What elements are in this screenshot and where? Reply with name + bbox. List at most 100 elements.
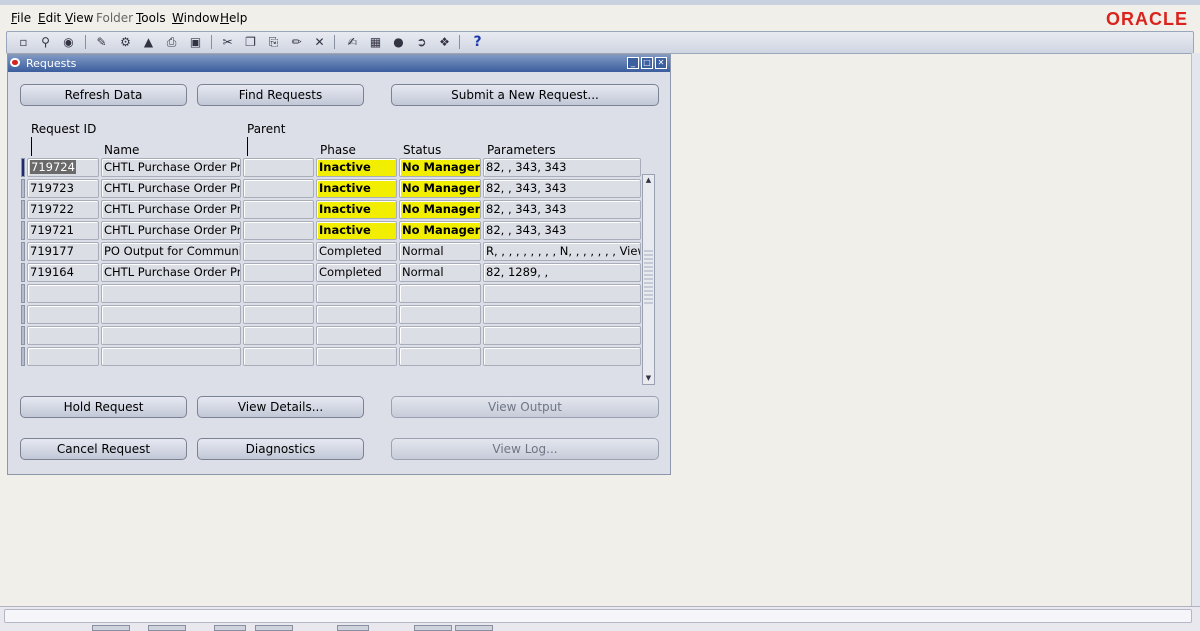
row-indicator[interactable] (21, 200, 25, 219)
new-icon[interactable]: ▫ (15, 34, 32, 50)
edit-field-icon[interactable]: ✍ (344, 34, 361, 50)
refresh-data-button[interactable]: Refresh Data (20, 84, 187, 106)
parameters-cell[interactable]: 82, , 343, 343 (483, 221, 641, 240)
save-icon[interactable]: ✎ (93, 34, 110, 50)
row-indicator[interactable] (21, 242, 25, 261)
parent-cell[interactable] (243, 347, 314, 366)
status-cell[interactable]: No Manager (399, 158, 481, 177)
window-titlebar[interactable]: Requests _ □ ✕ (8, 55, 670, 72)
phase-cell[interactable] (316, 326, 397, 345)
parent-cell[interactable] (243, 263, 314, 282)
parameters-cell[interactable]: 82, 1289, , (483, 263, 641, 282)
request-id-cell[interactable] (27, 326, 99, 345)
delete-record-icon[interactable]: ✕ (311, 34, 328, 50)
phase-cell[interactable]: Inactive (316, 200, 397, 219)
scroll-thumb[interactable] (644, 250, 653, 304)
row-indicator[interactable] (21, 347, 25, 366)
parent-cell[interactable] (243, 284, 314, 303)
parent-cell[interactable] (243, 305, 314, 324)
status-cell[interactable] (399, 305, 481, 324)
parent-cell[interactable] (243, 242, 314, 261)
status-cell[interactable]: No Manager (399, 179, 481, 198)
status-cell[interactable] (399, 326, 481, 345)
parameters-cell[interactable]: 82, , 343, 343 (483, 158, 641, 177)
paste-icon[interactable]: ⎘ (265, 34, 282, 50)
parameters-cell[interactable] (483, 326, 641, 345)
status-cell[interactable]: No Manager (399, 221, 481, 240)
hold-request-button[interactable]: Hold Request (20, 396, 187, 418)
next-step-icon[interactable]: ⚙ (117, 34, 134, 50)
request-id-cell[interactable]: 719177 (27, 242, 99, 261)
cancel-request-button[interactable]: Cancel Request (20, 438, 187, 460)
close-icon[interactable]: ✕ (655, 57, 667, 69)
taskbar-item[interactable] (148, 625, 186, 631)
status-cell[interactable]: Normal (399, 263, 481, 282)
request-name-cell[interactable]: PO Output for Communication (101, 242, 241, 261)
menu-view[interactable]: View (65, 11, 93, 25)
request-id-cell[interactable] (27, 284, 99, 303)
find-icon[interactable]: ⚲ (37, 34, 54, 50)
parent-cell[interactable] (243, 179, 314, 198)
request-name-cell[interactable] (101, 347, 241, 366)
maximize-icon[interactable]: □ (641, 57, 653, 69)
row-indicator[interactable] (21, 284, 25, 303)
request-id-cell[interactable] (27, 305, 99, 324)
switch-responsibility-icon[interactable]: ▲ (140, 34, 157, 50)
minimize-icon[interactable]: _ (627, 57, 639, 69)
request-name-cell[interactable]: CHTL Purchase Order Print (101, 179, 241, 198)
phase-cell[interactable]: Inactive (316, 158, 397, 177)
clear-record-icon[interactable]: ✏ (288, 34, 305, 50)
request-name-cell[interactable] (101, 326, 241, 345)
request-id-cell[interactable]: 719721 (27, 221, 99, 240)
folder-tools-icon[interactable]: ❖ (436, 34, 453, 50)
zoom-icon[interactable]: ▦ (367, 34, 384, 50)
diagnostics-button[interactable]: Diagnostics (197, 438, 364, 460)
taskbar-item[interactable] (414, 625, 452, 631)
request-name-cell[interactable]: CHTL Purchase Order Print (101, 200, 241, 219)
print-icon[interactable]: ⎙ (163, 34, 180, 50)
request-id-cell[interactable]: 719722 (27, 200, 99, 219)
taskbar-item[interactable] (455, 625, 493, 631)
phase-cell[interactable]: Inactive (316, 179, 397, 198)
phase-cell[interactable] (316, 347, 397, 366)
submit-new-request-button[interactable]: Submit a New Request... (391, 84, 659, 106)
menu-file[interactable]: File (11, 11, 31, 25)
request-name-cell[interactable] (101, 305, 241, 324)
request-id-cell[interactable]: 719164 (27, 263, 99, 282)
request-name-cell[interactable]: CHTL Purchase Order Print (101, 158, 241, 177)
parameters-cell[interactable] (483, 284, 641, 303)
status-cell[interactable] (399, 284, 481, 303)
parameters-cell[interactable]: 82, , 343, 343 (483, 200, 641, 219)
phase-cell[interactable]: Completed (316, 263, 397, 282)
status-cell[interactable]: Normal (399, 242, 481, 261)
table-scrollbar[interactable]: ▲ ▼ (642, 174, 655, 385)
parent-cell[interactable] (243, 158, 314, 177)
row-indicator[interactable] (21, 305, 25, 324)
scroll-down-icon[interactable]: ▼ (644, 374, 653, 383)
phase-cell[interactable]: Inactive (316, 221, 397, 240)
parameters-cell[interactable] (483, 347, 641, 366)
menu-window[interactable]: Window (172, 11, 219, 25)
status-cell[interactable]: No Manager (399, 200, 481, 219)
attachments-icon[interactable]: ➲ (413, 34, 430, 50)
taskbar-item[interactable] (337, 625, 369, 631)
parent-cell[interactable] (243, 221, 314, 240)
request-name-cell[interactable] (101, 284, 241, 303)
translations-icon[interactable]: ● (390, 34, 407, 50)
row-indicator[interactable] (21, 179, 25, 198)
request-name-cell[interactable]: CHTL Purchase Order Print (101, 221, 241, 240)
taskbar-item[interactable] (214, 625, 246, 631)
request-name-cell[interactable]: CHTL Purchase Order Print (101, 263, 241, 282)
navigator-icon[interactable]: ◉ (60, 34, 77, 50)
menu-tools[interactable]: Tools (136, 11, 166, 25)
menu-help[interactable]: Help (220, 11, 247, 25)
window-help-icon[interactable]: ? (469, 34, 486, 50)
row-indicator[interactable] (21, 158, 25, 177)
close-form-icon[interactable]: ▣ (187, 34, 204, 50)
request-id-cell[interactable]: 719724 (27, 158, 99, 177)
parent-cell[interactable] (243, 326, 314, 345)
menu-folder[interactable]: Folder (96, 11, 133, 25)
status-cell[interactable] (399, 347, 481, 366)
desktop-scrollbar[interactable] (1191, 53, 1200, 608)
parent-cell[interactable] (243, 200, 314, 219)
